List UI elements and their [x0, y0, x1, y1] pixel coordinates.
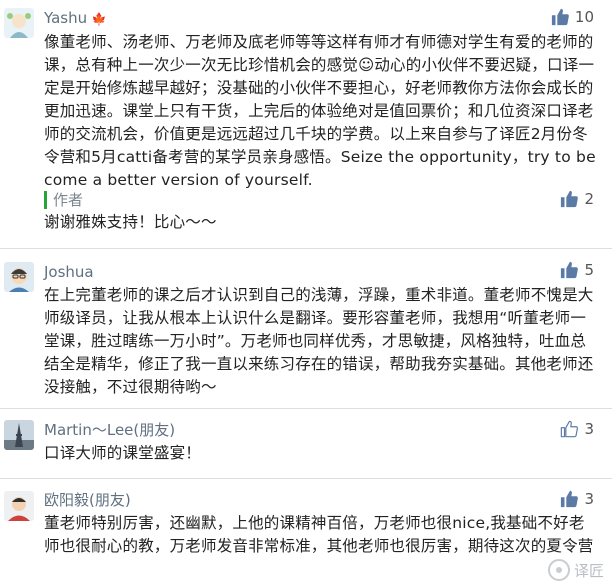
avatar-image	[4, 420, 34, 450]
divider	[0, 248, 612, 249]
like-count: 3	[584, 420, 594, 438]
comment-text: 在上完董老师的课之后才认识到自己的浅薄，浮躁，重术非道。董老师不愧是大师级译员，…	[44, 286, 594, 396]
comment-username[interactable]: Joshua	[44, 263, 94, 281]
avatar[interactable]	[4, 420, 34, 450]
maple-leaf-icon: 🍁	[91, 12, 107, 26]
like-count: 10	[574, 8, 594, 26]
comment-username[interactable]: Martin～Lee(朋友)	[44, 421, 175, 439]
avatar-image	[4, 8, 34, 38]
thumbs-up-filled-icon	[561, 190, 579, 208]
comment-text: 像董老师、汤老师、万老师及底老师等等这样有师才有师德对学生有爱的老师的课，总有种…	[44, 33, 596, 189]
thumbs-up-outline-icon	[561, 420, 579, 438]
author-reply-label: 作者	[44, 191, 83, 209]
comment-text: 董老师特别厉害，还幽默，上他的课精神百倍，万老师也很nice,我基础不好老师也很…	[44, 514, 594, 555]
comment-username[interactable]: 欧阳毅(朋友)	[44, 491, 131, 509]
watermark-logo-icon	[547, 559, 570, 581]
like-count: 2	[584, 190, 594, 208]
like-count: 3	[584, 490, 594, 508]
author-reply-text: 谢谢雅姝支持！比心～～	[44, 213, 217, 231]
like-button[interactable]: 5	[560, 261, 594, 279]
divider	[0, 478, 612, 479]
comment-username[interactable]: Yashu 🍁	[44, 9, 107, 28]
like-button[interactable]: 3	[560, 420, 594, 438]
avatar[interactable]	[4, 8, 34, 38]
thumbs-up-filled-icon	[561, 261, 579, 279]
thumbs-up-filled-icon	[561, 490, 579, 508]
watermark-text: 译匠	[573, 561, 604, 580]
avatar-image	[4, 491, 34, 521]
reply-like-button[interactable]: 2	[560, 190, 594, 208]
avatar[interactable]	[4, 262, 34, 292]
thumbs-up-filled-icon	[551, 8, 569, 26]
avatar-image	[4, 262, 34, 292]
watermark: 译匠	[547, 559, 604, 581]
comment-text: 口译大师的课堂盛宴！	[44, 444, 202, 462]
like-button[interactable]: 3	[560, 490, 594, 508]
avatar[interactable]	[4, 491, 34, 521]
like-count: 5	[584, 261, 594, 279]
like-button[interactable]: 10	[551, 8, 594, 26]
divider	[0, 408, 612, 409]
